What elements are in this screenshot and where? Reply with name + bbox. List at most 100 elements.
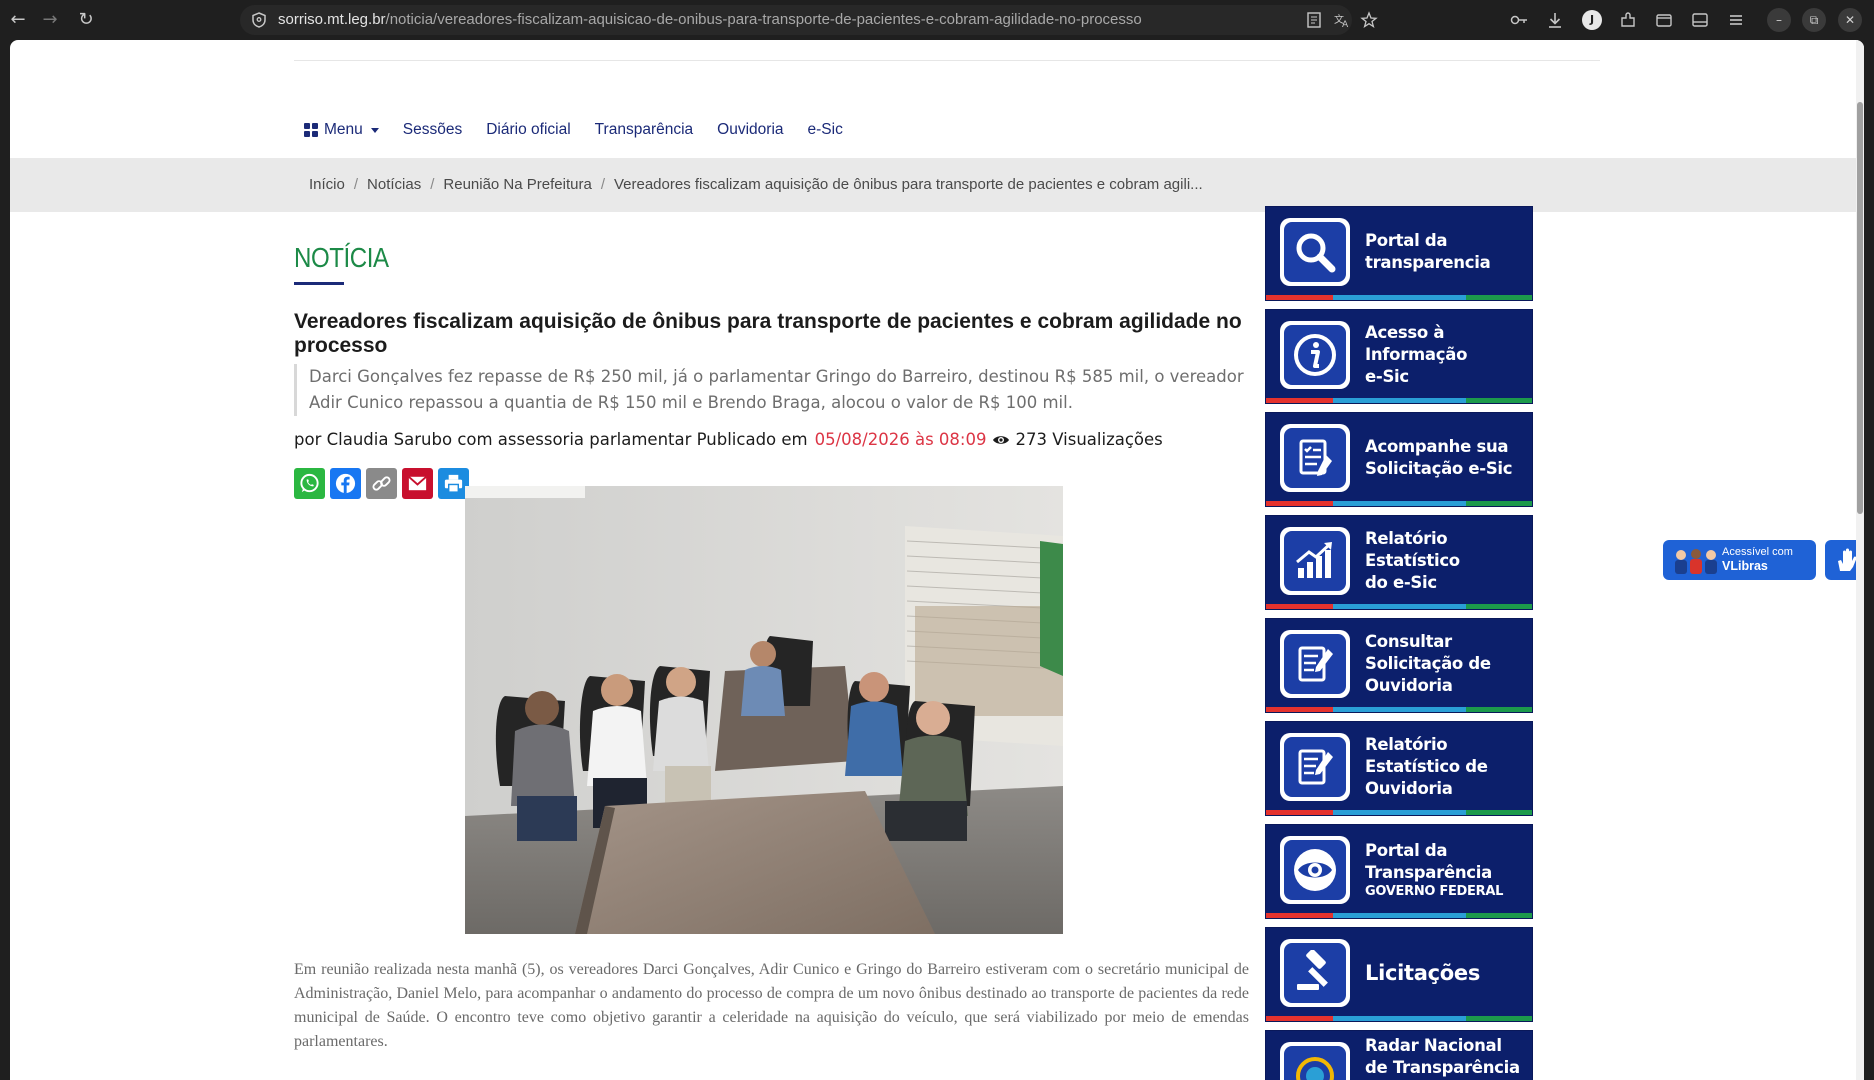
banner-label: Relatório Estatístico de Ouvidoria bbox=[1365, 722, 1488, 812]
banner-label-line: Estatístico de bbox=[1365, 757, 1488, 776]
banner-stripe bbox=[1266, 1016, 1532, 1021]
magnifier-icon bbox=[1296, 233, 1336, 273]
info-icon bbox=[1294, 334, 1336, 376]
whatsapp-share-button[interactable] bbox=[294, 468, 325, 499]
banner-portal-transparencia[interactable]: Portal da transparencia bbox=[1265, 206, 1533, 301]
section-title: NOTÍCIA bbox=[294, 242, 389, 273]
nav-item-e-sic[interactable]: e-Sic bbox=[808, 121, 843, 139]
reload-icon[interactable]: ↻ bbox=[74, 8, 98, 32]
banner-label-line: Radar Nacional bbox=[1365, 1036, 1502, 1055]
banner-label-line: Licitações bbox=[1365, 961, 1481, 985]
site-info-icon[interactable] bbox=[250, 11, 268, 29]
banner-label-line: Informação bbox=[1365, 345, 1468, 364]
breadcrumb-separator: / bbox=[600, 176, 605, 193]
bookmark-star-icon[interactable] bbox=[1360, 11, 1378, 29]
nav-item-ouvidoria[interactable]: Ouvidoria bbox=[717, 121, 783, 139]
banner-relatorio-ouvidoria[interactable]: Relatório Estatístico de Ouvidoria bbox=[1265, 721, 1533, 816]
banner-label: Portal da transparencia bbox=[1365, 207, 1491, 297]
side-panel-icon[interactable] bbox=[1690, 10, 1710, 30]
banner-radar-transparencia[interactable]: Radar Nacional de Transparência bbox=[1265, 1030, 1533, 1080]
browser-toolbar: ← → ↻ sorriso.mt.leg.br/noticia/vereador… bbox=[0, 0, 1874, 40]
banner-label-line: Ouvidoria bbox=[1365, 779, 1453, 798]
banner-icon-bg bbox=[1284, 428, 1346, 488]
back-icon[interactable]: ← bbox=[6, 8, 30, 32]
restore-icon[interactable]: ⧉ bbox=[1802, 8, 1826, 32]
breadcrumb-category[interactable]: Reunião Na Prefeitura bbox=[443, 176, 591, 193]
meeting-photo-illustration bbox=[465, 486, 1063, 934]
banner-label-line: transparencia bbox=[1365, 253, 1491, 272]
banner-icon-frame bbox=[1280, 733, 1350, 801]
banner-consultar-ouvidoria[interactable]: Consultar Solicitação de Ouvidoria bbox=[1265, 618, 1533, 713]
nav-menu-dropdown[interactable]: Menu bbox=[304, 121, 379, 139]
banner-label-line: Portal da bbox=[1365, 841, 1448, 860]
copy-link-button[interactable] bbox=[366, 468, 397, 499]
nav-item-sessoes[interactable]: Sessões bbox=[403, 121, 462, 139]
translate-icon[interactable]: 文A bbox=[1333, 11, 1351, 29]
share-bar bbox=[294, 468, 469, 499]
banner-icon-frame bbox=[1280, 939, 1350, 1007]
url-text[interactable]: sorriso.mt.leg.br/noticia/vereadores-fis… bbox=[278, 11, 1142, 28]
extensions-icon[interactable] bbox=[1618, 10, 1638, 30]
banner-transparencia-governo-federal[interactable]: Portal da Transparência GOVERNO FEDERAL bbox=[1265, 824, 1533, 919]
facebook-share-button[interactable] bbox=[330, 468, 361, 499]
publish-date: 05/08/2026 às 08:09 bbox=[814, 430, 987, 449]
banner-icon-frame bbox=[1280, 836, 1350, 904]
nav-item-diario-oficial[interactable]: Diário oficial bbox=[486, 121, 570, 139]
vlibras-badge[interactable]: Acessível com VLibras bbox=[1663, 540, 1816, 580]
banner-label-line: Relatório bbox=[1365, 529, 1448, 548]
article-byline: por Claudia Sarubo com assessoria parlam… bbox=[294, 430, 1163, 449]
reader-mode-icon[interactable] bbox=[1305, 11, 1323, 29]
document-edit-icon bbox=[1298, 646, 1333, 682]
banner-label-line: e-Sic bbox=[1365, 367, 1409, 386]
breadcrumb-bar: Início / Notícias / Reunião Na Prefeitur… bbox=[10, 158, 1856, 212]
profile-avatar[interactable]: J bbox=[1582, 10, 1602, 30]
download-icon[interactable] bbox=[1545, 10, 1565, 30]
view-count: 273 Visualizações bbox=[1015, 430, 1163, 449]
eye-emblem-icon bbox=[1294, 849, 1336, 891]
breadcrumb-noticias[interactable]: Notícias bbox=[367, 176, 421, 193]
banner-label-line: do e-Sic bbox=[1365, 573, 1437, 592]
banner-label: Acesso à Informação e-Sic bbox=[1365, 310, 1467, 400]
banner-stripe bbox=[1266, 398, 1532, 403]
whatsapp-icon bbox=[300, 473, 319, 493]
page-scrollbar[interactable] bbox=[1856, 40, 1864, 1080]
banner-stripe bbox=[1266, 295, 1532, 300]
browser-menu-icon[interactable] bbox=[1726, 10, 1746, 30]
banner-acompanhe-solicitacao[interactable]: Acompanhe sua Solicitação e-Sic bbox=[1265, 412, 1533, 507]
url-domain: sorriso.mt.leg.br bbox=[278, 11, 386, 28]
close-icon[interactable]: ✕ bbox=[1838, 8, 1862, 32]
article-photo[interactable] bbox=[465, 486, 1063, 934]
banner-label: Portal da Transparência GOVERNO FEDERAL bbox=[1365, 825, 1503, 915]
banner-icon-frame bbox=[1280, 424, 1350, 492]
banner-icon-bg bbox=[1284, 943, 1346, 1003]
nav-item-transparencia[interactable]: Transparência bbox=[595, 121, 694, 139]
banner-acesso-informacao[interactable]: Acesso à Informação e-Sic bbox=[1265, 309, 1533, 404]
minimize-icon[interactable]: – bbox=[1767, 8, 1791, 32]
chart-icon bbox=[1296, 542, 1332, 578]
byline-author: por Claudia Sarubo com assessoria parlam… bbox=[294, 430, 808, 449]
address-bar[interactable]: sorriso.mt.leg.br/noticia/vereadores-fis… bbox=[240, 5, 1378, 35]
banner-label-line: Ouvidoria bbox=[1365, 676, 1453, 695]
banner-label-sub: GOVERNO FEDERAL bbox=[1365, 884, 1504, 899]
breadcrumb-inicio[interactable]: Início bbox=[309, 176, 345, 193]
banner-label-line: Solicitação e-Sic bbox=[1365, 459, 1513, 478]
banner-label: Consultar Solicitação de Ouvidoria bbox=[1365, 619, 1491, 709]
email-share-button[interactable] bbox=[402, 468, 433, 499]
banner-relatorio-esic[interactable]: Relatório Estatístico do e-Sic bbox=[1265, 515, 1533, 610]
caret-down-icon bbox=[370, 127, 379, 133]
forward-icon[interactable]: → bbox=[38, 8, 62, 32]
breadcrumb-current: Vereadores fiscalizam aquisição de ônibu… bbox=[613, 176, 1203, 193]
banner-icon-bg bbox=[1284, 325, 1346, 385]
password-key-icon[interactable] bbox=[1509, 10, 1529, 30]
tab-search-icon[interactable] bbox=[1654, 10, 1674, 30]
vlibras-line2: VLibras bbox=[1722, 559, 1768, 573]
header-divider bbox=[294, 60, 1600, 61]
banner-icon-frame bbox=[1280, 630, 1350, 698]
scrollbar-thumb[interactable] bbox=[1857, 102, 1863, 514]
banner-label-line: Acesso à bbox=[1365, 323, 1445, 342]
banner-licitacoes[interactable]: Licitações bbox=[1265, 927, 1533, 1022]
gavel-icon bbox=[1297, 950, 1328, 990]
banner-stripe bbox=[1266, 913, 1532, 918]
checklist-icon bbox=[1299, 439, 1332, 476]
facebook-icon bbox=[335, 473, 356, 494]
